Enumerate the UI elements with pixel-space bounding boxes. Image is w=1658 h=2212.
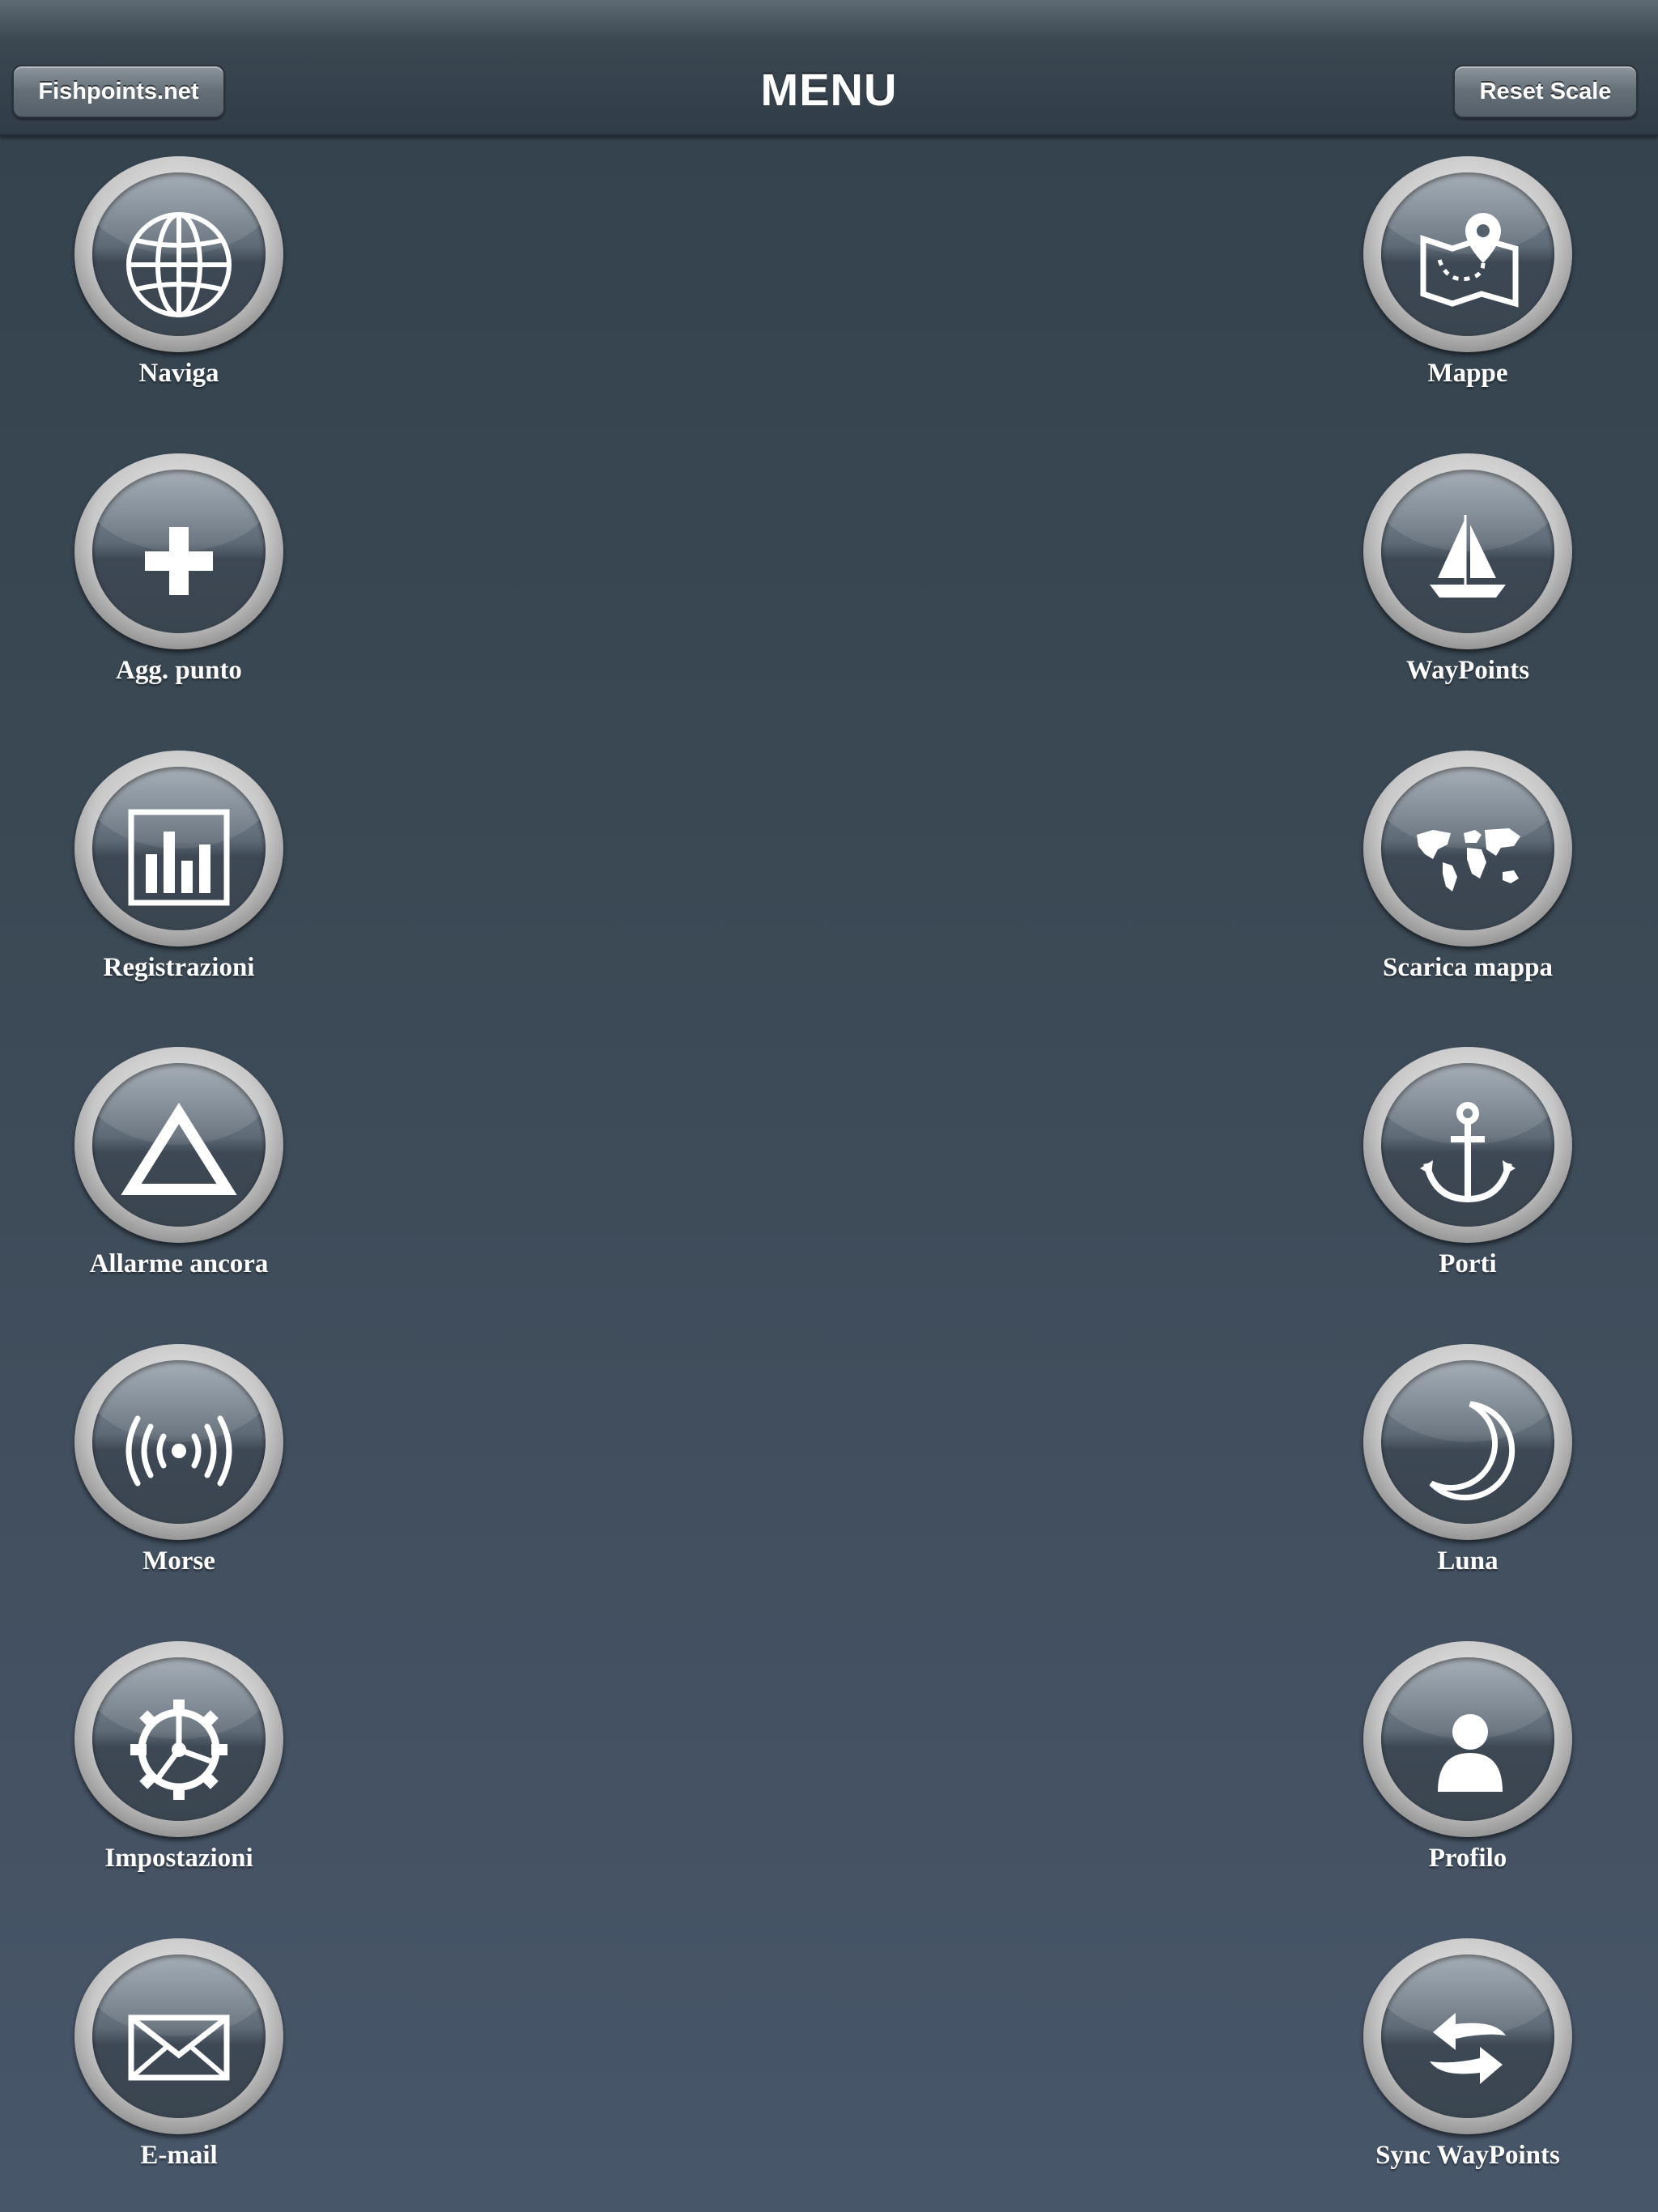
bar-chart-icon: [128, 809, 230, 906]
page-title: MENU: [760, 64, 898, 115]
waypoints-button[interactable]: [1363, 453, 1572, 649]
porti-button[interactable]: [1363, 1047, 1572, 1243]
naviga-label: Naviga: [138, 359, 219, 388]
morse-label: Morse: [142, 1546, 215, 1576]
menu-item-mappe[interactable]: Mappe: [1344, 156, 1587, 415]
email-label: E-mail: [140, 2141, 218, 2170]
agg-punto-button[interactable]: [74, 453, 283, 649]
plus-icon: [145, 527, 213, 595]
sync-waypoints-button[interactable]: [1363, 1938, 1572, 2134]
person-icon: [1438, 1714, 1503, 1792]
impostazioni-label: Impostazioni: [104, 1844, 253, 1873]
porti-label: Porti: [1439, 1249, 1497, 1278]
world-map-icon: [1417, 828, 1520, 891]
sailboat-icon: [1430, 515, 1506, 598]
scarica-mappa-button[interactable]: [1363, 751, 1572, 946]
menu-item-morse[interactable]: Morse: [55, 1344, 298, 1603]
map-pin-icon: [1420, 213, 1519, 308]
reset-scale-button[interactable]: Reset Scale: [1453, 65, 1638, 118]
mappe-button[interactable]: [1363, 156, 1572, 352]
globe-icon: [126, 212, 232, 317]
luna-button[interactable]: [1363, 1344, 1572, 1540]
menu-item-scarica-mappa[interactable]: Scarica mappa: [1344, 751, 1587, 1010]
morse-button[interactable]: [74, 1344, 283, 1540]
menu-item-naviga[interactable]: Naviga: [55, 156, 298, 415]
email-button[interactable]: [74, 1938, 283, 2134]
menu-item-email[interactable]: E-mail: [55, 1938, 298, 2197]
menu-item-profilo[interactable]: Profilo: [1344, 1641, 1587, 1900]
registrazioni-label: Registrazioni: [103, 953, 255, 982]
sync-waypoints-label: Sync WayPoints: [1375, 2141, 1560, 2170]
menu-item-sync-waypoints[interactable]: Sync WayPoints: [1344, 1938, 1587, 2197]
envelope-icon: [128, 2014, 230, 2081]
waypoints-label: WayPoints: [1405, 656, 1530, 685]
naviga-button[interactable]: [74, 156, 283, 352]
moon-icon: [1429, 1401, 1516, 1501]
menu-item-impostazioni[interactable]: Impostazioni: [55, 1641, 298, 1900]
gear-icon: [130, 1699, 227, 1800]
scarica-mappa-label: Scarica mappa: [1383, 953, 1553, 982]
triangle-icon: [121, 1102, 237, 1195]
profilo-label: Profilo: [1428, 1844, 1507, 1873]
allarme-ancora-label: Allarme ancora: [89, 1249, 269, 1278]
menu-item-registrazioni[interactable]: Registrazioni: [55, 751, 298, 1010]
mappe-label: Mappe: [1427, 359, 1508, 388]
agg-punto-label: Agg. punto: [116, 656, 242, 685]
navigation-bar: Fishpoints.net MENU Reset Scale: [0, 0, 1658, 137]
profilo-button[interactable]: [1363, 1641, 1572, 1837]
menu-item-allarme-ancora[interactable]: Allarme ancora: [55, 1047, 298, 1306]
luna-label: Luna: [1437, 1546, 1499, 1576]
menu-item-luna[interactable]: Luna: [1344, 1344, 1587, 1603]
impostazioni-button[interactable]: [74, 1641, 283, 1837]
anchor-icon: [1420, 1102, 1516, 1203]
menu-item-porti[interactable]: Porti: [1344, 1047, 1587, 1306]
signal-icon: [125, 1415, 232, 1487]
sync-arrows-icon: [1430, 2013, 1506, 2084]
registrazioni-button[interactable]: [74, 751, 283, 946]
menu-item-agg-punto[interactable]: Agg. punto: [55, 453, 298, 713]
menu-item-waypoints[interactable]: WayPoints: [1344, 453, 1587, 713]
allarme-ancora-button[interactable]: [74, 1047, 283, 1243]
